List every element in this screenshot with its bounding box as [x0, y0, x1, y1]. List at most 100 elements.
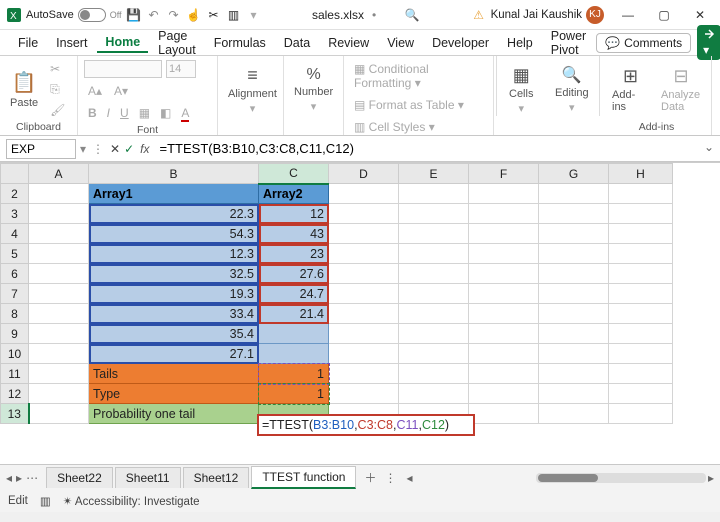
cell-E10[interactable] — [399, 344, 469, 364]
cell-A4[interactable] — [29, 224, 89, 244]
cell-F3[interactable] — [469, 204, 539, 224]
cancel-formula-icon[interactable]: ✕ — [110, 142, 120, 156]
minimize-button[interactable]: — — [614, 5, 642, 25]
tab-nav-prev[interactable]: ◂ — [6, 471, 12, 485]
comments-button[interactable]: 💬 Comments — [596, 33, 691, 53]
cell-A10[interactable] — [29, 344, 89, 364]
row-4[interactable]: 4 — [1, 224, 29, 244]
cell-C3[interactable]: 12 — [259, 204, 329, 224]
menu-home[interactable]: Home — [97, 33, 148, 53]
menu-help[interactable]: Help — [499, 34, 541, 52]
menu-developer[interactable]: Developer — [424, 34, 497, 52]
cell-G7[interactable] — [539, 284, 609, 304]
cell-A11[interactable] — [29, 364, 89, 384]
cell-H11[interactable] — [609, 364, 673, 384]
cell-G13[interactable] — [539, 404, 609, 424]
cell-D7[interactable] — [329, 284, 399, 304]
fill-btn[interactable]: ◧ — [156, 104, 175, 122]
cell-D9[interactable] — [329, 324, 399, 344]
cell-G12[interactable] — [539, 384, 609, 404]
col-H[interactable]: H — [609, 164, 673, 184]
cell-H12[interactable] — [609, 384, 673, 404]
search-icon[interactable]: 🔍 — [404, 7, 420, 23]
cell-B6[interactable]: 32.5 — [89, 264, 259, 284]
cell-F5[interactable] — [469, 244, 539, 264]
addins-button[interactable]: ⊞Add-ins — [608, 64, 653, 115]
format-table-btn[interactable]: ▤ Format as Table ▾ — [350, 96, 468, 114]
tab-nav-more[interactable]: ⋯ — [26, 471, 38, 485]
row-12[interactable]: 12 — [1, 384, 29, 404]
cell-B4[interactable]: 54.3 — [89, 224, 259, 244]
cell-E6[interactable] — [399, 264, 469, 284]
menu-power-pivot[interactable]: Power Pivot — [543, 27, 594, 59]
bold-btn[interactable]: B — [84, 104, 101, 122]
cell-B13[interactable]: Probability one tail — [89, 404, 259, 424]
menu-page-layout[interactable]: Page Layout — [150, 27, 204, 59]
cell-B5[interactable]: 12.3 — [89, 244, 259, 264]
cell-B8[interactable]: 33.4 — [89, 304, 259, 324]
cell-B7[interactable]: 19.3 — [89, 284, 259, 304]
cell-E7[interactable] — [399, 284, 469, 304]
cell-E4[interactable] — [399, 224, 469, 244]
cell-F4[interactable] — [469, 224, 539, 244]
col-G[interactable]: G — [539, 164, 609, 184]
avatar[interactable]: KJ — [586, 6, 604, 24]
menu-insert[interactable]: Insert — [48, 34, 95, 52]
fx-icon[interactable]: fx — [138, 142, 151, 156]
cell-H8[interactable] — [609, 304, 673, 324]
row-6[interactable]: 6 — [1, 264, 29, 284]
cell-C2[interactable]: Array2 — [259, 184, 329, 204]
cond-format-btn[interactable]: ▦ Conditional Formatting ▾ — [350, 60, 487, 92]
cell-B9[interactable]: 35.4 — [89, 324, 259, 344]
editing-button[interactable]: 🔍Editing▾ — [551, 63, 593, 116]
cells-button[interactable]: ▦Cells▾ — [505, 63, 537, 117]
cell-H5[interactable] — [609, 244, 673, 264]
cell-B3[interactable]: 22.3 — [89, 204, 259, 224]
tab-sheet22[interactable]: Sheet22 — [46, 467, 113, 488]
cell-A7[interactable] — [29, 284, 89, 304]
cell-D3[interactable] — [329, 204, 399, 224]
cell-C6[interactable]: 27.6 — [259, 264, 329, 284]
undo-icon[interactable]: ↶ — [146, 7, 162, 23]
tab-sheet12[interactable]: Sheet12 — [183, 467, 250, 488]
col-D[interactable]: D — [329, 164, 399, 184]
cell-H4[interactable] — [609, 224, 673, 244]
cell-E9[interactable] — [399, 324, 469, 344]
menu-file[interactable]: File — [10, 34, 46, 52]
cell-D12[interactable] — [329, 384, 399, 404]
copy-btn[interactable]: ⎘ — [46, 80, 69, 99]
expand-formula-icon[interactable]: ⌄ — [704, 140, 714, 154]
cell-H6[interactable] — [609, 264, 673, 284]
row-8[interactable]: 8 — [1, 304, 29, 324]
cell-A2[interactable] — [29, 184, 89, 204]
col-F[interactable]: F — [469, 164, 539, 184]
cell-A12[interactable] — [29, 384, 89, 404]
cell-F7[interactable] — [469, 284, 539, 304]
formula-bar[interactable] — [156, 139, 715, 159]
cell-G11[interactable] — [539, 364, 609, 384]
cell-C9[interactable] — [259, 324, 329, 344]
cell-B11[interactable]: Tails — [89, 364, 259, 384]
cell-C10[interactable] — [259, 344, 329, 364]
cell-G9[interactable] — [539, 324, 609, 344]
tab-sheet11[interactable]: Sheet11 — [115, 467, 181, 488]
cell-H13[interactable] — [609, 404, 673, 424]
cell-D11[interactable] — [329, 364, 399, 384]
accessibility-status[interactable]: ✴ Accessibility: Investigate — [63, 494, 200, 508]
maximize-button[interactable]: ▢ — [650, 5, 678, 25]
share-button[interactable]: ▾ — [697, 25, 720, 60]
row-10[interactable]: 10 — [1, 344, 29, 364]
save-icon[interactable]: 💾 — [126, 7, 142, 23]
cell-G2[interactable] — [539, 184, 609, 204]
name-box[interactable] — [6, 139, 76, 159]
active-cell-editor[interactable]: =TTEST(B3:B10,C3:C8,C11,C12) — [257, 414, 475, 436]
row-2[interactable]: 2 — [1, 184, 29, 204]
cell-E12[interactable] — [399, 384, 469, 404]
cell-F11[interactable] — [469, 364, 539, 384]
cell-A13[interactable] — [29, 404, 89, 424]
painter-btn[interactable]: 🖌 — [46, 101, 69, 119]
cell-D4[interactable] — [329, 224, 399, 244]
border-btn[interactable]: ▦ — [135, 104, 154, 122]
cell-F6[interactable] — [469, 264, 539, 284]
cell-A6[interactable] — [29, 264, 89, 284]
